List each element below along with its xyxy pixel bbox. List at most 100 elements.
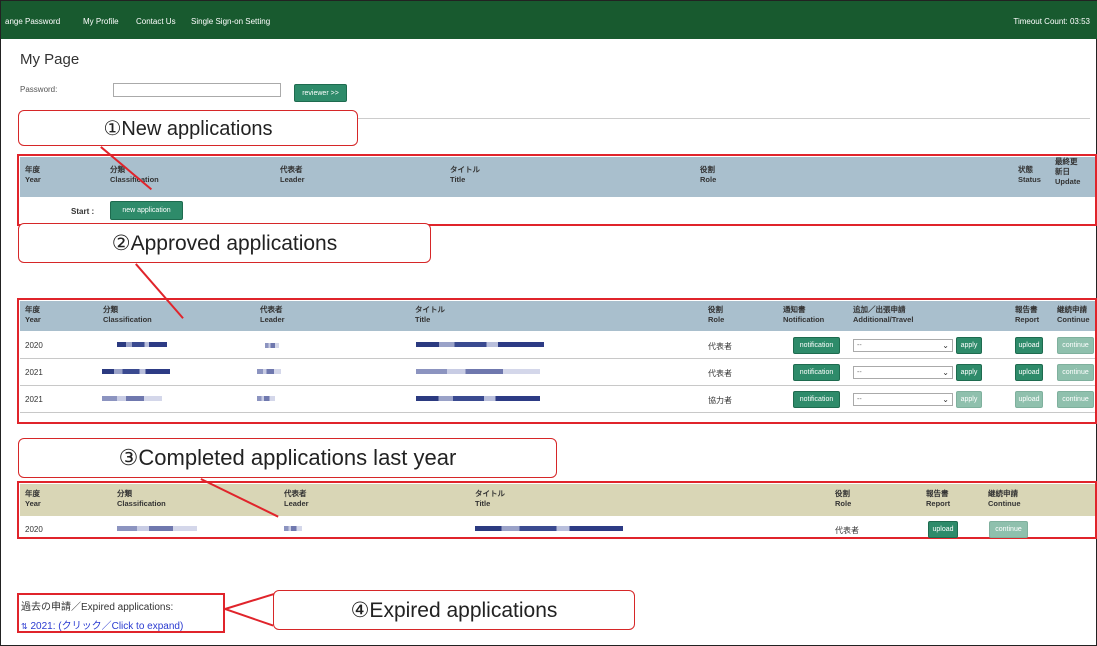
col-role-en: Role bbox=[700, 175, 717, 184]
col-update-en: Update bbox=[1055, 177, 1081, 186]
redacted-leader bbox=[257, 396, 275, 401]
col-report-jp: 報告書 bbox=[1015, 305, 1038, 314]
expired-link-label: 2021: (クリック／Click to expand) bbox=[30, 621, 184, 632]
row-role: 代表者 bbox=[708, 369, 732, 378]
expand-icon: ⇅ bbox=[21, 622, 28, 631]
col-leader-jp: 代表者 bbox=[280, 165, 303, 174]
col-status-en: Status bbox=[1018, 175, 1041, 184]
chevron-down-icon: ⌄ bbox=[942, 368, 949, 377]
row-role: 代表者 bbox=[835, 526, 859, 535]
col-class-jp: 分類 bbox=[103, 305, 118, 314]
redacted-classification bbox=[102, 396, 162, 401]
nav-sso-setting[interactable]: Single Sign-on Setting bbox=[191, 17, 270, 26]
nav-contact-us[interactable]: Contact Us bbox=[136, 17, 176, 26]
table-row: 2020 代表者 upload continue bbox=[20, 516, 1095, 543]
select-value: -- bbox=[857, 342, 862, 349]
col-role-en: Role bbox=[708, 315, 725, 324]
upload-button[interactable]: upload bbox=[1015, 337, 1043, 354]
top-nav-bar: ange Password My Profile Contact Us Sing… bbox=[1, 1, 1097, 39]
continue-button[interactable]: continue bbox=[1057, 391, 1094, 408]
upload-button[interactable]: upload bbox=[1015, 364, 1043, 381]
col-continue-en: Continue bbox=[1057, 315, 1090, 324]
reviewer-button[interactable]: reviewer >> bbox=[294, 84, 347, 102]
table-row: 2021 代表者 notification -- ⌄ apply upload c… bbox=[20, 359, 1095, 386]
redacted-leader bbox=[284, 526, 302, 531]
callout-pointer-4b bbox=[224, 608, 274, 627]
password-label: Password: bbox=[20, 85, 58, 94]
apply-button[interactable]: apply bbox=[956, 364, 982, 381]
expired-link-2021[interactable]: ⇅ 2021: (クリック／Click to expand) bbox=[21, 617, 183, 632]
password-input[interactable] bbox=[113, 83, 281, 97]
col-leader-en: Leader bbox=[260, 315, 285, 324]
apply-button[interactable]: apply bbox=[956, 391, 982, 408]
continue-button[interactable]: continue bbox=[989, 521, 1028, 538]
col-class-jp: 分類 bbox=[117, 489, 132, 498]
redacted-leader bbox=[257, 369, 281, 374]
col-title-jp: タイトル bbox=[450, 165, 480, 174]
redacted-title bbox=[416, 369, 540, 374]
callout-expired-applications: ④Expired applications bbox=[273, 590, 635, 630]
new-apps-header: 年度 Year 分類 Classification 代表者 Leader タイトル Ti… bbox=[20, 157, 1095, 197]
col-title-en: Title bbox=[475, 499, 491, 508]
upload-button[interactable]: upload bbox=[928, 521, 958, 538]
col-title-jp: タイトル bbox=[475, 489, 505, 498]
additional-travel-select[interactable]: -- ⌄ bbox=[853, 339, 953, 352]
redacted-title bbox=[416, 342, 544, 347]
col-continue-en: Continue bbox=[988, 499, 1021, 508]
table-row: 2020 代表者 notification -- ⌄ apply upload c… bbox=[20, 332, 1095, 359]
col-role-en: Role bbox=[835, 499, 852, 508]
chevron-down-icon: ⌄ bbox=[942, 395, 949, 404]
col-role-jp: 役割 bbox=[708, 305, 723, 314]
start-label: Start : bbox=[71, 207, 95, 216]
callout-completed-applications: ③Completed applications last year bbox=[18, 438, 557, 478]
table-row: 2021 協力者 notification -- ⌄ apply upload c… bbox=[20, 386, 1095, 413]
redacted-classification bbox=[102, 369, 170, 374]
col-year-en: Year bbox=[25, 499, 41, 508]
col-role-jp: 役割 bbox=[835, 489, 850, 498]
col-additional-jp: 追加／出張申請 bbox=[853, 305, 906, 314]
callout-approved-applications: ②Approved applications bbox=[18, 223, 431, 263]
col-update-jp2: 新日 bbox=[1055, 167, 1070, 176]
col-title-en: Title bbox=[415, 315, 431, 324]
col-report-jp: 報告書 bbox=[926, 489, 949, 498]
notification-button[interactable]: notification bbox=[793, 391, 840, 408]
col-report-en: Report bbox=[926, 499, 951, 508]
new-application-button[interactable]: new application bbox=[110, 201, 183, 220]
col-notification-jp: 通知書 bbox=[783, 305, 806, 314]
row-year: 2020 bbox=[25, 525, 43, 534]
redacted-title bbox=[416, 396, 540, 401]
additional-travel-select[interactable]: -- ⌄ bbox=[853, 366, 953, 379]
col-title-jp: タイトル bbox=[415, 305, 445, 314]
callout-new-applications: ①New applications bbox=[18, 110, 358, 146]
redacted-classification bbox=[117, 526, 197, 531]
col-additional-en: Additional/Travel bbox=[853, 315, 914, 324]
redacted-title bbox=[475, 526, 623, 531]
row-year: 2021 bbox=[25, 395, 43, 404]
upload-button[interactable]: upload bbox=[1015, 391, 1043, 408]
col-continue-jp: 継続申請 bbox=[1057, 305, 1087, 314]
apply-button[interactable]: apply bbox=[956, 337, 982, 354]
row-role: 代表者 bbox=[708, 342, 732, 351]
select-value: -- bbox=[857, 369, 862, 376]
select-value: -- bbox=[857, 396, 862, 403]
continue-button[interactable]: continue bbox=[1057, 364, 1094, 381]
col-class-en: Classification bbox=[117, 499, 166, 508]
row-role: 協力者 bbox=[708, 396, 732, 405]
col-leader-en: Leader bbox=[280, 175, 305, 184]
additional-travel-select[interactable]: -- ⌄ bbox=[853, 393, 953, 406]
page-title: My Page bbox=[20, 51, 80, 68]
col-status-jp: 状態 bbox=[1018, 165, 1033, 174]
continue-button[interactable]: continue bbox=[1057, 337, 1094, 354]
col-leader-en: Leader bbox=[284, 499, 309, 508]
expired-heading: 過去の申請／Expired applications: bbox=[21, 602, 174, 613]
nav-my-profile[interactable]: My Profile bbox=[83, 17, 119, 26]
notification-button[interactable]: notification bbox=[793, 337, 840, 354]
notification-button[interactable]: notification bbox=[793, 364, 840, 381]
nav-change-password[interactable]: ange Password bbox=[5, 17, 60, 26]
col-report-en: Report bbox=[1015, 315, 1040, 324]
col-role-jp: 役割 bbox=[700, 165, 715, 174]
redacted-classification bbox=[117, 342, 167, 347]
col-notification-en: Notification bbox=[783, 315, 825, 324]
col-continue-jp: 継続申請 bbox=[988, 489, 1018, 498]
timeout-counter: Timeout Count: 03:53 bbox=[1013, 17, 1090, 26]
